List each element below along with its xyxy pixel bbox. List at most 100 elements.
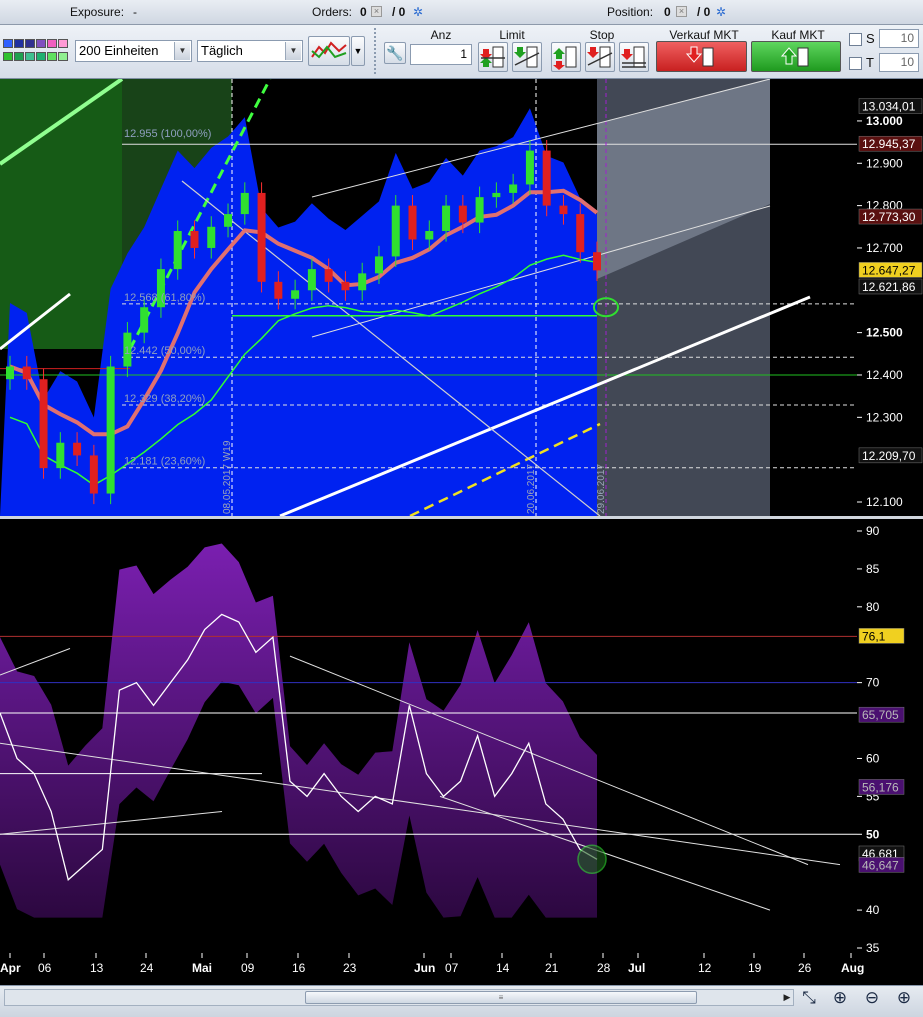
color-swatch[interactable] xyxy=(36,52,46,61)
limit-label: Limit xyxy=(499,28,525,42)
chevron-down-icon[interactable]: ▼ xyxy=(174,42,190,60)
time-label: 06 xyxy=(38,961,52,975)
scroll-right-arrow-icon[interactable]: ▶ xyxy=(780,991,794,1004)
osc-badge-text: 65,705 xyxy=(862,708,899,722)
anz-input[interactable]: 1 xyxy=(410,44,472,65)
t-checkbox[interactable] xyxy=(849,57,862,70)
orders-label: Orders: xyxy=(312,5,353,19)
candle-body xyxy=(140,307,149,333)
color-swatch[interactable] xyxy=(14,52,24,61)
osc-tick-label: 40 xyxy=(866,903,880,917)
price-badge-text: 12.945,37 xyxy=(862,137,916,151)
candle-body xyxy=(542,150,551,206)
candle-body xyxy=(458,205,467,223)
auto-zoom-icon[interactable]: ⤡ xyxy=(797,987,821,1011)
price-tick-label: 12.700 xyxy=(866,241,903,255)
candle-body xyxy=(22,366,31,380)
stop-trailing-button[interactable] xyxy=(619,42,649,72)
orders-gear-icon[interactable]: ✲ xyxy=(413,5,423,19)
limit-buy-button[interactable] xyxy=(478,42,508,72)
period-select[interactable]: Täglich ▼ xyxy=(197,40,303,62)
candle-body xyxy=(207,226,216,248)
sell-market-button[interactable] xyxy=(656,41,747,72)
price-badge-text: 12.773,30 xyxy=(862,210,916,224)
color-swatch[interactable] xyxy=(47,52,57,61)
zoom-out-icon[interactable]: ⊖ xyxy=(860,987,884,1011)
color-swatch[interactable] xyxy=(58,52,68,61)
osc-tick-label: 60 xyxy=(866,751,880,765)
position-label: Position: xyxy=(607,5,654,19)
candle-body xyxy=(576,214,585,253)
fib-label: 12.329 (38,20%) xyxy=(124,393,205,405)
osc-badge-text: 46,647 xyxy=(862,858,899,872)
color-swatch[interactable] xyxy=(3,52,13,61)
candle-body xyxy=(291,290,300,299)
close-orders-icon[interactable]: × xyxy=(371,6,382,17)
candle-body xyxy=(240,192,249,215)
date-marker-label: 29.06.2017 xyxy=(596,464,607,514)
price-tick-label: 12.400 xyxy=(866,368,903,382)
osc-badge-text: 56,176 xyxy=(862,780,899,794)
anz-label: Anz xyxy=(430,28,452,42)
candle-body xyxy=(374,256,383,274)
fib-label: 12.955 (100,00%) xyxy=(124,128,211,140)
candle-body xyxy=(525,150,534,185)
color-swatch[interactable] xyxy=(36,39,46,48)
chevron-down-icon[interactable]: ▼ xyxy=(285,42,301,60)
t-input[interactable]: 10 xyxy=(879,53,919,72)
limit-sell-button[interactable] xyxy=(512,42,542,72)
zoom-fit-icon[interactable]: ⊕ xyxy=(828,987,852,1011)
color-swatch[interactable] xyxy=(58,39,68,48)
s-checkbox[interactable] xyxy=(849,33,862,46)
scroll-thumb[interactable]: ≡ xyxy=(305,991,697,1004)
time-label: 24 xyxy=(140,961,154,975)
indicator-button[interactable] xyxy=(308,36,350,66)
fib-label: 12.181 (23,60%) xyxy=(124,456,205,468)
color-swatch[interactable] xyxy=(25,39,35,48)
close-position-icon[interactable]: × xyxy=(676,6,687,17)
candle-body xyxy=(39,379,48,469)
candle-body xyxy=(408,205,417,240)
stop-sell-button[interactable] xyxy=(585,42,615,72)
candle-body xyxy=(509,184,518,193)
time-label: 09 xyxy=(241,961,255,975)
zoom-in-icon[interactable]: ⊕ xyxy=(892,987,916,1011)
price-badge-text: 12.209,70 xyxy=(862,449,916,463)
color-swatch[interactable] xyxy=(3,39,13,48)
wrench-button[interactable]: 🔧 xyxy=(384,42,406,64)
color-swatch[interactable] xyxy=(47,39,57,48)
osc-tick-label: 50 xyxy=(866,827,880,841)
price-tick-label: 12.900 xyxy=(866,156,903,170)
osc-tick-label: 70 xyxy=(866,676,880,690)
bottom-scrollbar: ≡ ▶ ⤡ ⊕ ⊖ ⊕ xyxy=(0,985,923,1017)
color-swatch[interactable] xyxy=(25,52,35,61)
date-marker-label: 08.05.2017 W19 xyxy=(222,440,233,514)
quantity-select-value: 200 Einheiten xyxy=(79,43,159,58)
chevron-down-icon: ▼ xyxy=(353,46,363,56)
candle-body xyxy=(559,205,568,215)
time-label: 14 xyxy=(496,961,510,975)
candle-body xyxy=(73,442,82,456)
toolbar-divider xyxy=(374,28,379,74)
candle-body xyxy=(274,281,283,299)
buy-arrow-icon xyxy=(780,47,809,67)
panel-separator[interactable] xyxy=(0,516,923,519)
price-chart[interactable]: 12.955 (100,00%) 12.568 (61,80%) 12.442 (5… xyxy=(0,79,923,985)
buy-market-button[interactable] xyxy=(751,41,841,72)
scroll-track[interactable]: ≡ ▶ xyxy=(4,989,794,1006)
quantity-select[interactable]: 200 Einheiten ▼ xyxy=(75,40,192,62)
time-label: Jul xyxy=(628,961,645,975)
candle-body xyxy=(173,231,182,270)
color-swatch[interactable] xyxy=(14,39,24,48)
price-badge-text: 12.647,27 xyxy=(862,263,916,277)
indicator-dropdown[interactable]: ▼ xyxy=(351,36,365,66)
s-input[interactable]: 10 xyxy=(879,29,919,48)
position-gear-icon[interactable]: ✲ xyxy=(716,5,726,19)
candle-body xyxy=(6,366,14,380)
sell-mkt-label: Verkauf MKT xyxy=(669,28,739,42)
stop-buy-button[interactable] xyxy=(551,42,581,72)
time-label: 16 xyxy=(292,961,306,975)
time-label: 19 xyxy=(748,961,762,975)
candle-body xyxy=(307,269,316,291)
exposure-value: - xyxy=(133,5,137,19)
